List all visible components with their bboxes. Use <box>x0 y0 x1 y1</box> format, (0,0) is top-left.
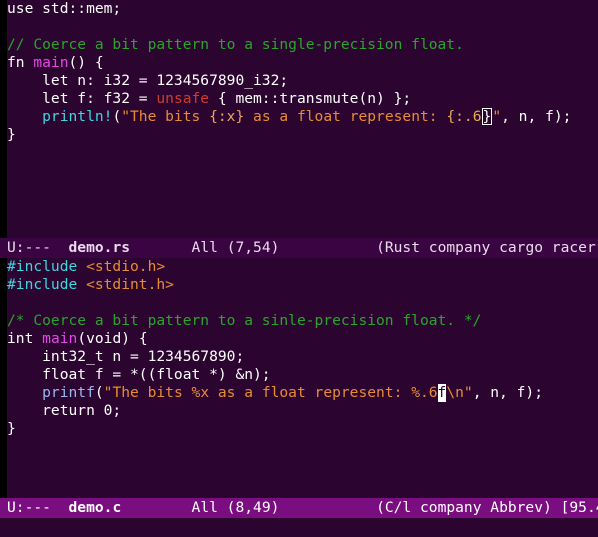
modeline-space <box>279 499 376 516</box>
code-token: fn <box>7 54 34 71</box>
code-line: #include <stdio.h> <box>0 258 598 276</box>
code-token: // Coerce a bit pattern to a single-prec… <box>7 36 464 53</box>
code-line: return 0; <box>0 402 598 420</box>
code-line: // Coerce a bit pattern to a single-prec… <box>0 36 598 54</box>
code-token: println! <box>7 108 113 125</box>
code-token: float f = *((float *) &n); <box>7 366 271 383</box>
code-line: printf("The bits %x as a float represent… <box>0 384 598 402</box>
code-line: float f = *((float *) &n); <box>0 366 598 384</box>
code-token: } <box>7 126 16 143</box>
code-token: main <box>33 54 69 71</box>
code-token: /* Coerce a bit pattern to a sinle-preci… <box>7 312 482 329</box>
modeline-status-rust: U:--- <box>7 239 51 256</box>
code-token: printf <box>7 384 95 401</box>
code-token: "The bits %x as a float represent: %.6 <box>103 384 438 401</box>
code-token: main <box>42 330 78 347</box>
code-line: } <box>0 420 598 438</box>
emacs-frame: use std::mem; // Coerce a bit pattern to… <box>0 0 598 537</box>
code-token: <stdio.h> <box>86 258 166 275</box>
code-line: /* Coerce a bit pattern to a sinle-preci… <box>0 312 598 330</box>
left-fringe-rust <box>0 0 7 238</box>
code-token: use std::mem; <box>7 0 122 17</box>
code-token: return 0; <box>7 402 122 419</box>
code-token: { mem::transmute(n) }; <box>209 90 412 107</box>
code-line: let n: i32 = 1234567890_i32; <box>0 72 598 90</box>
modeline-modes-rust: (Rust company cargo racer) <box>376 239 598 256</box>
modeline-rust[interactable]: U:--- demo.rs All (7,54) (Rust company c… <box>0 238 598 258</box>
modeline-modes-c: (C/l company Abbrev) <box>376 499 552 516</box>
modeline-space <box>279 239 376 256</box>
code-token: ( <box>94 384 104 401</box>
modeline-space <box>51 499 69 516</box>
code-line: println!("The bits {:x} as a float repre… <box>0 108 598 126</box>
code-token: let f: f32 = <box>7 90 157 107</box>
code-token: {:x} <box>209 108 245 125</box>
modeline-filename-c: demo.c <box>68 499 122 516</box>
code-token: let n: i32 = 1234567890_i32; <box>7 72 289 89</box>
left-fringe-c <box>0 258 7 498</box>
code-token: () { <box>68 54 104 71</box>
window-rust[interactable]: use std::mem; // Coerce a bit pattern to… <box>0 0 598 238</box>
code-line: let f: f32 = unsafe { mem::transmute(n) … <box>0 90 598 108</box>
modeline-position-c: All (8,49) <box>191 499 280 516</box>
code-token: " <box>492 108 502 125</box>
modeline-space <box>130 239 192 256</box>
modeline-percentage: [95.4%] <box>560 499 598 516</box>
code-token: #include <box>7 276 87 293</box>
code-line: #include <stdint.h> <box>0 276 598 294</box>
modeline-space <box>51 239 69 256</box>
code-line: fn main() { <box>0 54 598 72</box>
modeline-space <box>121 499 191 516</box>
code-token: ( <box>112 108 122 125</box>
buffer-demo-c[interactable]: #include <stdio.h> #include <stdint.h> /*… <box>0 258 598 498</box>
code-token: as a float represent: <box>244 108 447 125</box>
modeline-position-rust: All (7,54) <box>191 239 280 256</box>
code-line: int main(void) { <box>0 330 598 348</box>
code-token: } <box>7 420 16 437</box>
code-token: #include <box>7 258 87 275</box>
code-token: unsafe <box>156 90 210 107</box>
modeline-c[interactable]: U:--- demo.c All (8,49) (C/l company Abb… <box>0 498 598 518</box>
window-c[interactable]: #include <stdio.h> #include <stdint.h> /*… <box>0 258 598 498</box>
buffer-demo-rs[interactable]: use std::mem; // Coerce a bit pattern to… <box>0 0 598 238</box>
code-token: <stdint.h> <box>86 276 174 293</box>
code-token: int <box>7 330 43 347</box>
echo-area[interactable] <box>0 518 598 536</box>
code-token: , n, f); <box>501 108 572 125</box>
modeline-filename-rust: demo.rs <box>68 239 131 256</box>
code-token: {:.6 <box>446 108 482 125</box>
code-line: } <box>0 126 598 144</box>
text-cursor-inactive: } <box>481 108 493 125</box>
code-token: (void) { <box>77 330 148 347</box>
code-token: int32_t n = 1234567890; <box>7 348 245 365</box>
code-token: , n, f); <box>472 384 543 401</box>
modeline-space <box>552 499 561 516</box>
code-token: \n" <box>446 384 473 401</box>
code-line: int32_t n = 1234567890; <box>0 348 598 366</box>
code-line: use std::mem; <box>0 0 598 18</box>
code-token: "The bits <box>121 108 210 125</box>
modeline-status-c: U:--- <box>7 499 51 516</box>
